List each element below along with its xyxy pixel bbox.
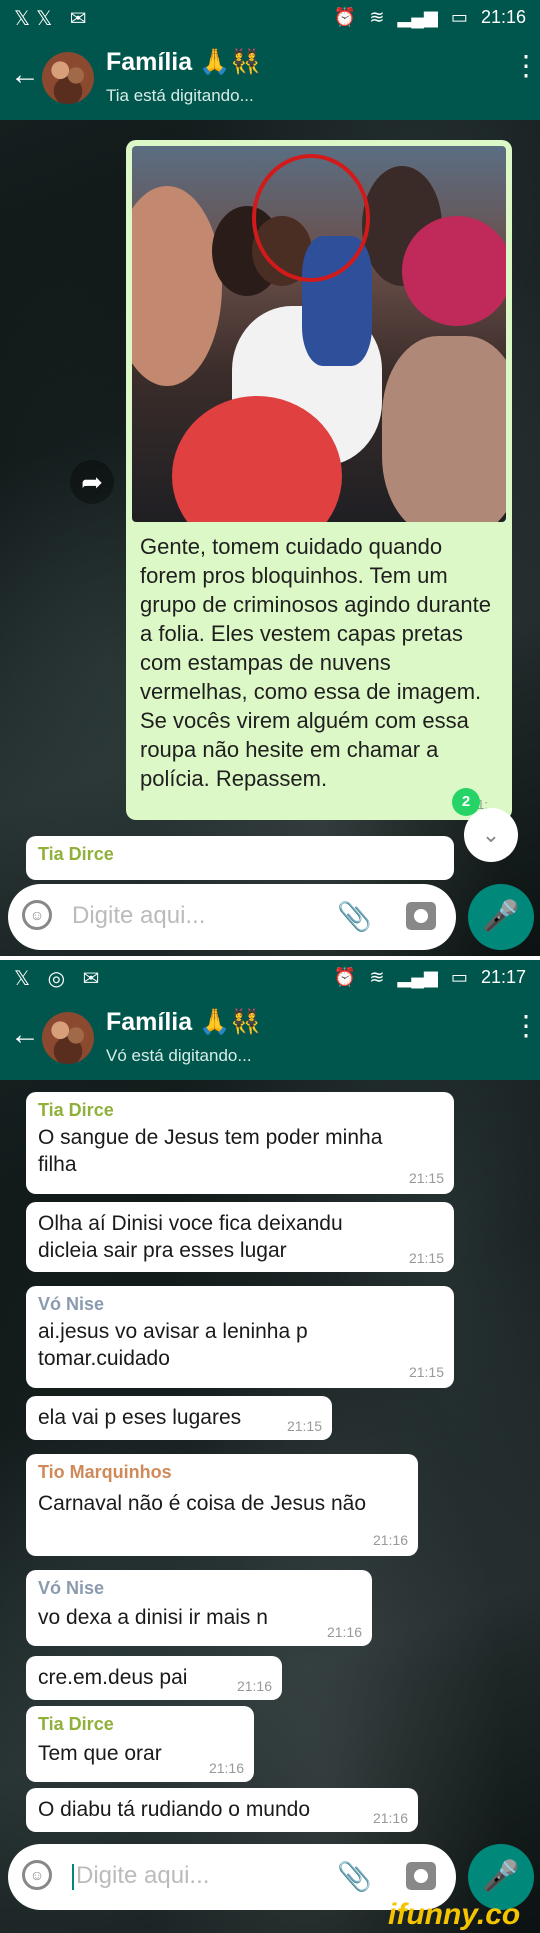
sender-name: Tia Dirce — [38, 844, 114, 864]
message-time: 21:16 — [208, 1760, 244, 1776]
incoming-message[interactable]: Tia Dirce O sangue de Jesus tem poder mi… — [26, 1092, 454, 1194]
message-time: 21:15 — [408, 1364, 444, 1380]
watermark: ifunny.co — [388, 1898, 521, 1931]
input-placeholder: Digite aqui... — [72, 902, 206, 929]
message-time: 21:16 — [236, 1678, 272, 1694]
wifi-icon: ≋ — [369, 967, 385, 987]
incoming-message[interactable]: Tio Marquinhos Carnaval não é coisa de J… — [26, 1454, 418, 1556]
message-text: O sangue de Jesus tem poder minha filha — [38, 1126, 383, 1176]
more-options-icon[interactable]: ⋮ — [512, 52, 540, 80]
notification-icons: 𝕏 ◎ ✉ — [14, 968, 106, 990]
outgoing-message[interactable]: Gente, tomem cuidado quando forem pros b… — [126, 140, 512, 820]
more-options-icon[interactable]: ⋮ — [512, 1012, 540, 1040]
sender-name: Tia Dirce — [38, 1714, 114, 1734]
incoming-message[interactable]: Vó Nise ai.jesus vo avisar a leninha p to… — [26, 1286, 454, 1388]
message-text: Olha aí Dinisi voce fica deixandu dicleia… — [38, 1212, 343, 1262]
incoming-message-partial[interactable]: Tia Dirce — [26, 836, 454, 880]
message-text: cre.em.deus pai — [38, 1666, 188, 1689]
signal-icon: ▂▄▆ — [397, 967, 438, 987]
status-bar: 𝕏 ◎ ✉ ⏰ ≋ ▂▄▆ ▭ 21:17 — [0, 960, 540, 996]
message-caption: Gente, tomem cuidado quando forem pros b… — [140, 534, 492, 791]
chat-screen-2: 𝕏 ◎ ✉ ⏰ ≋ ▂▄▆ ▭ 21:17 ← Família 🙏👯 Vó es… — [0, 960, 540, 1933]
back-arrow-icon[interactable]: ← — [10, 1020, 40, 1050]
group-title[interactable]: Família 🙏👯 — [106, 1008, 261, 1037]
status-time: 21:17 — [480, 967, 526, 987]
message-text: ela vai p eses lugares — [38, 1406, 242, 1429]
input-placeholder: Digite aqui... — [72, 1862, 209, 1890]
message-time: 21:16 — [326, 1624, 362, 1640]
incoming-message[interactable]: cre.em.deus pai 21:16 — [26, 1656, 282, 1700]
message-time: 21:15 — [286, 1418, 322, 1434]
group-avatar[interactable] — [42, 1012, 94, 1064]
incoming-message[interactable]: O diabu tá rudiando o mundo 21:16 — [26, 1788, 418, 1832]
message-text: Carnaval não é coisa de Jesus não — [38, 1492, 367, 1515]
attach-icon[interactable]: 📎 — [337, 900, 372, 933]
message-time: 21:15 — [408, 1250, 444, 1266]
camera-icon[interactable] — [406, 1862, 436, 1890]
battery-icon: ▭ — [450, 7, 468, 27]
typing-status: Tia está digitando... — [106, 86, 254, 105]
typing-status: Vó está digitando... — [106, 1046, 252, 1065]
forward-icon[interactable]: ➦ — [70, 460, 114, 504]
alarm-icon: ⏰ — [333, 967, 357, 987]
group-title[interactable]: Família 🙏👯 — [106, 48, 261, 77]
mic-button[interactable]: 🎤 — [468, 884, 534, 950]
sender-name: Tio Marquinhos — [38, 1462, 172, 1482]
message-time: 21:16 — [372, 1810, 408, 1826]
scroll-down-icon[interactable]: ⌄ — [464, 808, 518, 862]
alarm-icon: ⏰ — [333, 7, 357, 27]
sender-name: Vó Nise — [38, 1294, 105, 1314]
message-input[interactable]: ☺ Digite aqui... 📎 — [8, 884, 456, 950]
message-text: O diabu tá rudiando o mundo — [38, 1798, 311, 1821]
message-text: Tem que orar — [38, 1742, 162, 1765]
back-arrow-icon[interactable]: ← — [10, 60, 40, 90]
battery-icon: ▭ — [450, 967, 468, 987]
message-time: 21:15 — [408, 1170, 444, 1186]
camera-icon[interactable] — [406, 902, 436, 930]
message-text: ai.jesus vo avisar a leninha p tomar.cuid… — [38, 1320, 308, 1370]
attach-icon[interactable]: 📎 — [337, 1860, 372, 1893]
notification-icons: 𝕏𝕏 ✉ — [14, 8, 93, 30]
emoji-icon[interactable]: ☺ — [22, 1860, 52, 1890]
status-bar: 𝕏𝕏 ✉ ⏰ ≋ ▂▄▆ ▭ 21:16 — [0, 0, 540, 36]
message-text: vo dexa a dinisi ir mais n — [38, 1606, 268, 1629]
incoming-message[interactable]: Vó Nise vo dexa a dinisi ir mais n 21:16 — [26, 1570, 372, 1646]
sender-name: Tia Dirce — [38, 1100, 114, 1120]
group-avatar[interactable] — [42, 52, 94, 104]
signal-icon: ▂▄▆ — [397, 7, 438, 27]
incoming-message[interactable]: Tia Dirce Tem que orar 21:16 — [26, 1706, 254, 1782]
status-time: 21:16 — [480, 7, 526, 27]
message-photo[interactable] — [132, 146, 506, 522]
chat-header: ← Família 🙏👯 Tia está digitando... ⋮ — [0, 36, 540, 120]
wifi-icon: ≋ — [369, 7, 385, 27]
text-cursor — [72, 1863, 74, 1890]
message-time: 21:16 — [372, 1532, 408, 1548]
chat-header: ← Família 🙏👯 Vó está digitando... ⋮ — [0, 996, 540, 1080]
incoming-message[interactable]: ela vai p eses lugares 21:15 — [26, 1396, 332, 1440]
emoji-icon[interactable]: ☺ — [22, 900, 52, 930]
chat-screen-1: 𝕏𝕏 ✉ ⏰ ≋ ▂▄▆ ▭ 21:16 ← Família 🙏👯 Tia es… — [0, 0, 540, 960]
sender-name: Vó Nise — [38, 1578, 105, 1598]
incoming-message[interactable]: Olha aí Dinisi voce fica deixandu dicleia… — [26, 1202, 454, 1272]
